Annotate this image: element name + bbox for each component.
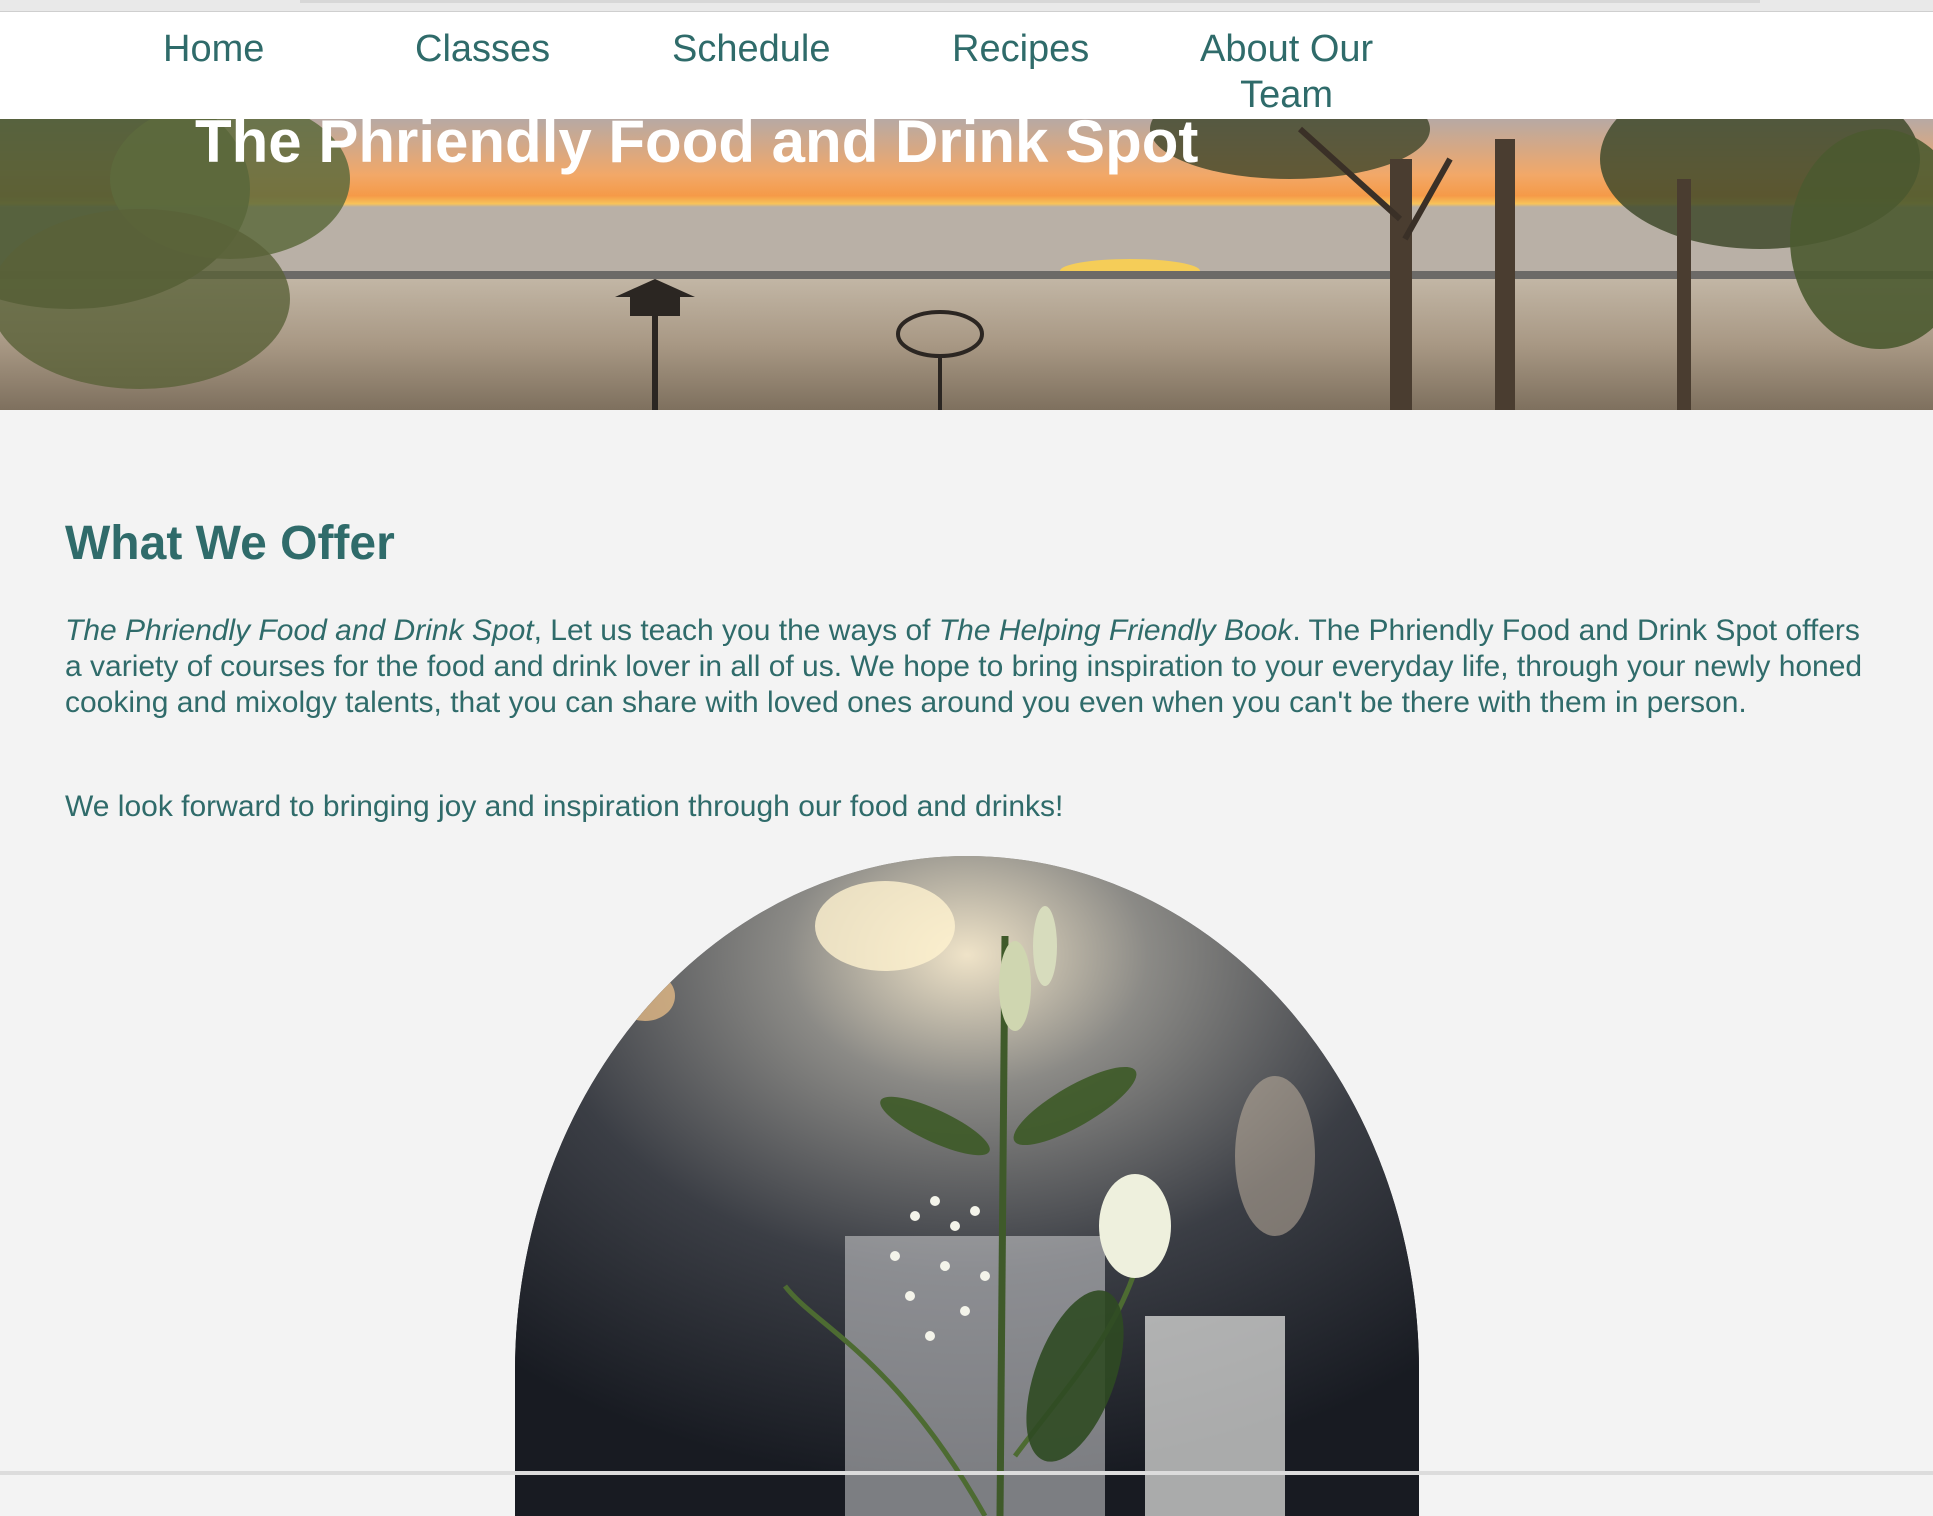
nav-home-link[interactable]: Home <box>163 26 264 72</box>
main-nav: Home Classes Schedule Recipes About Our … <box>0 12 1933 119</box>
book-title-emphasis: The Helping Friendly Book <box>938 614 1293 647</box>
closing-paragraph: We look forward to bringing joy and insp… <box>65 790 1064 823</box>
nav-recipes-link[interactable]: Recipes <box>952 26 1089 72</box>
paragraph-text-part1: , Let us teach you the ways of <box>533 614 939 647</box>
offer-paragraph: The Phriendly Food and Drink Spot, Let u… <box>65 613 1865 721</box>
nav-about-label-line2: Team <box>1240 74 1334 116</box>
section-heading: What We Offer <box>65 517 395 570</box>
window-bottom-edge <box>0 1471 1933 1475</box>
nav-about-label-line1: About Our <box>1200 28 1374 70</box>
site-title: The Phriendly Food and Drink Spot <box>195 108 1199 175</box>
browser-top-bar <box>0 0 1933 12</box>
nav-classes-link[interactable]: Classes <box>415 26 550 72</box>
site-name-emphasis: The Phriendly Food and Drink Spot <box>65 614 534 647</box>
nav-schedule-link[interactable]: Schedule <box>672 26 830 72</box>
nav-about-team-link[interactable]: About Our Team <box>1200 26 1373 118</box>
flowers-photo-scene <box>515 856 1419 1516</box>
horizontal-scrollbar[interactable] <box>300 0 1760 3</box>
table-flowers-photo <box>515 856 1419 1516</box>
